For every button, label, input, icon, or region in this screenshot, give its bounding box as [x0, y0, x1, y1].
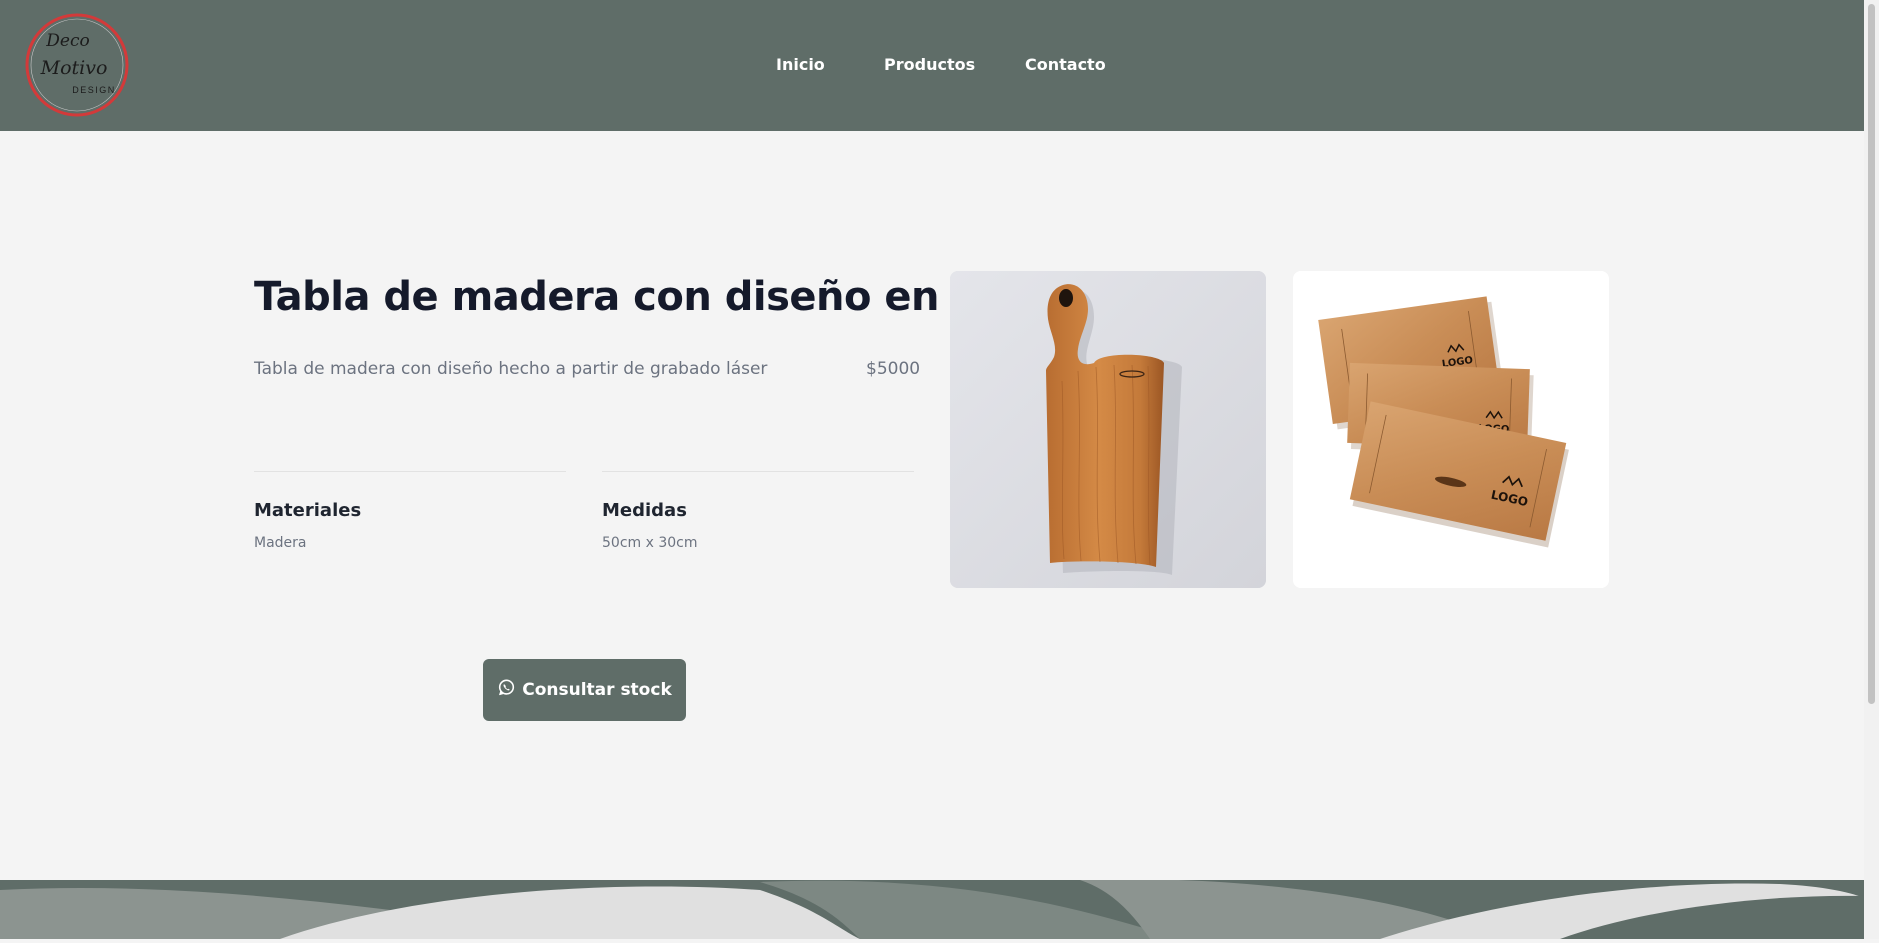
nav-link-productos[interactable]: Productos — [884, 55, 975, 74]
logo-text-deco: Deco — [45, 31, 89, 51]
nav-link-contacto[interactable]: Contacto — [1025, 55, 1106, 74]
consultar-stock-label: Consultar stock — [522, 680, 672, 700]
consultar-stock-button[interactable]: Consultar stock — [483, 659, 686, 721]
whatsapp-icon — [497, 678, 516, 702]
spec-label-medidas: Medidas — [602, 500, 687, 521]
product-price: $5000 — [866, 359, 921, 379]
spec-value-medidas: 50cm x 30cm — [602, 535, 698, 551]
spec-label-materiales: Materiales — [254, 500, 362, 521]
scrollbar-thumb[interactable] — [1868, 4, 1875, 704]
page-scrollbar[interactable] — [1864, 0, 1879, 939]
spec-divider — [254, 471, 566, 472]
product-image-engraved-boards[interactable]: LOGO LOGO LOGO — [1293, 271, 1609, 588]
product-image-cutting-board[interactable] — [950, 271, 1266, 588]
logo-text-design: DESIGN — [72, 85, 116, 95]
footer-waves-decoration — [0, 879, 1864, 939]
product-title: Tabla de madera con diseño en láser — [254, 274, 1062, 320]
spec-value-materiales: Madera — [254, 535, 307, 551]
nav-link-inicio[interactable]: Inicio — [776, 55, 825, 74]
product-description: Tabla de madera con diseño hecho a parti… — [254, 359, 768, 379]
top-navbar: Deco Motivo DESIGN Inicio Productos Cont… — [0, 0, 1864, 131]
main-nav: Inicio Productos Contacto — [0, 55, 1864, 77]
spec-divider — [602, 471, 914, 472]
